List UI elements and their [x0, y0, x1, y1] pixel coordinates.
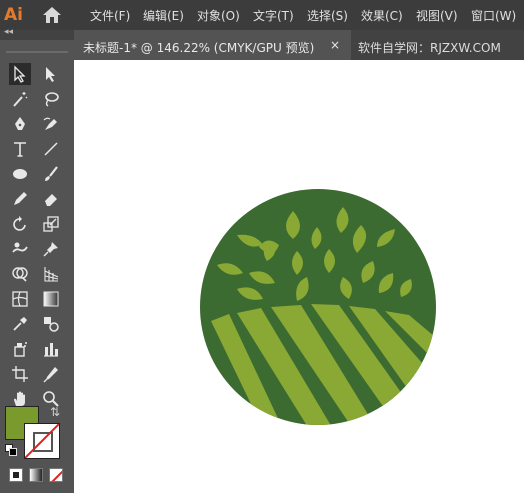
magic-wand-tool-icon[interactable]	[9, 88, 31, 110]
panel-grip[interactable]	[6, 51, 68, 53]
menu-effect[interactable]: 效果(C)	[361, 7, 403, 24]
tab-document-inactive[interactable]: 软件自学网：RJZXW.COM	[351, 30, 524, 60]
tab-inactive-title: 软件自学网：RJZXW.COM	[358, 41, 501, 55]
menu-type[interactable]: 文字(T)	[253, 7, 294, 24]
pin-tool-icon[interactable]	[40, 238, 62, 260]
home-icon[interactable]	[42, 6, 62, 24]
menu-edit[interactable]: 编辑(E)	[143, 7, 184, 24]
gradient-tool-icon[interactable]	[40, 288, 62, 310]
direct-selection-tool-icon[interactable]	[40, 63, 62, 85]
stroke-color-swatch[interactable]	[24, 423, 60, 459]
rotate-tool-icon[interactable]	[9, 213, 31, 235]
tab-document-active[interactable]: 未标题-1* @ 146.22% (CMYK/GPU 预览) ×	[74, 30, 351, 60]
menu-object[interactable]: 对象(O)	[197, 7, 240, 24]
tab-close-icon[interactable]: ×	[330, 38, 340, 52]
menu-select[interactable]: 选择(S)	[307, 7, 348, 24]
artboard-canvas[interactable]	[74, 60, 524, 493]
lasso-tool-icon[interactable]	[40, 88, 62, 110]
perspective-grid-tool-icon[interactable]	[40, 263, 62, 285]
app-logo: Ai	[4, 5, 23, 25]
type-tool-icon[interactable]	[9, 138, 31, 160]
pen-tool-icon[interactable]	[9, 113, 31, 135]
warp-tool-icon[interactable]	[9, 238, 31, 260]
color-mode-button[interactable]	[9, 468, 23, 482]
swap-fill-stroke-icon[interactable]: ⇅	[50, 405, 60, 419]
menu-view[interactable]: 视图(V)	[416, 7, 458, 24]
collapse-icon[interactable]: ◂◂	[4, 27, 13, 37]
none-mode-slash-icon	[51, 470, 62, 481]
shape-builder-tool-icon[interactable]	[9, 263, 31, 285]
none-mode-button[interactable]	[49, 468, 63, 482]
selection-tool-icon[interactable]	[9, 63, 31, 85]
column-graph-tool-icon[interactable]	[40, 338, 62, 360]
gradient-mode-button[interactable]	[29, 468, 43, 482]
scale-tool-icon[interactable]	[40, 213, 62, 235]
mesh-tool-icon[interactable]	[9, 288, 31, 310]
toolbar-collapse-strip[interactable]: ◂◂	[0, 27, 74, 40]
artboard-tool-icon[interactable]	[9, 363, 31, 385]
eyedropper-tool-icon[interactable]	[9, 313, 31, 335]
tab-document-title: 未标题-1* @ 146.22% (CMYK/GPU 预览)	[83, 41, 315, 55]
eraser-tool-icon[interactable]	[40, 188, 62, 210]
default-fill-stroke-icon[interactable]	[5, 444, 17, 456]
menu-file[interactable]: 文件(F)	[90, 7, 130, 24]
curvature-tool-icon[interactable]	[40, 113, 62, 135]
document-tab-bar: 未标题-1* @ 146.22% (CMYK/GPU 预览) × 软件自学网：R…	[74, 30, 524, 60]
menu-bar: Ai 文件(F) 编辑(E) 对象(O) 文字(T) 选择(S) 效果(C) 视…	[0, 0, 524, 30]
slice-tool-icon[interactable]	[40, 363, 62, 385]
color-mode-inner	[13, 472, 19, 478]
none-slash-icon	[25, 424, 59, 458]
menu-window[interactable]: 窗口(W)	[471, 7, 516, 24]
paintbrush-tool-icon[interactable]	[40, 163, 62, 185]
symbol-sprayer-tool-icon[interactable]	[9, 338, 31, 360]
pencil-tool-icon[interactable]	[9, 188, 31, 210]
blend-tool-icon[interactable]	[40, 313, 62, 335]
line-segment-tool-icon[interactable]	[40, 138, 62, 160]
farm-logo-artwork[interactable]	[197, 187, 439, 427]
ellipse-tool-icon[interactable]	[9, 163, 31, 185]
